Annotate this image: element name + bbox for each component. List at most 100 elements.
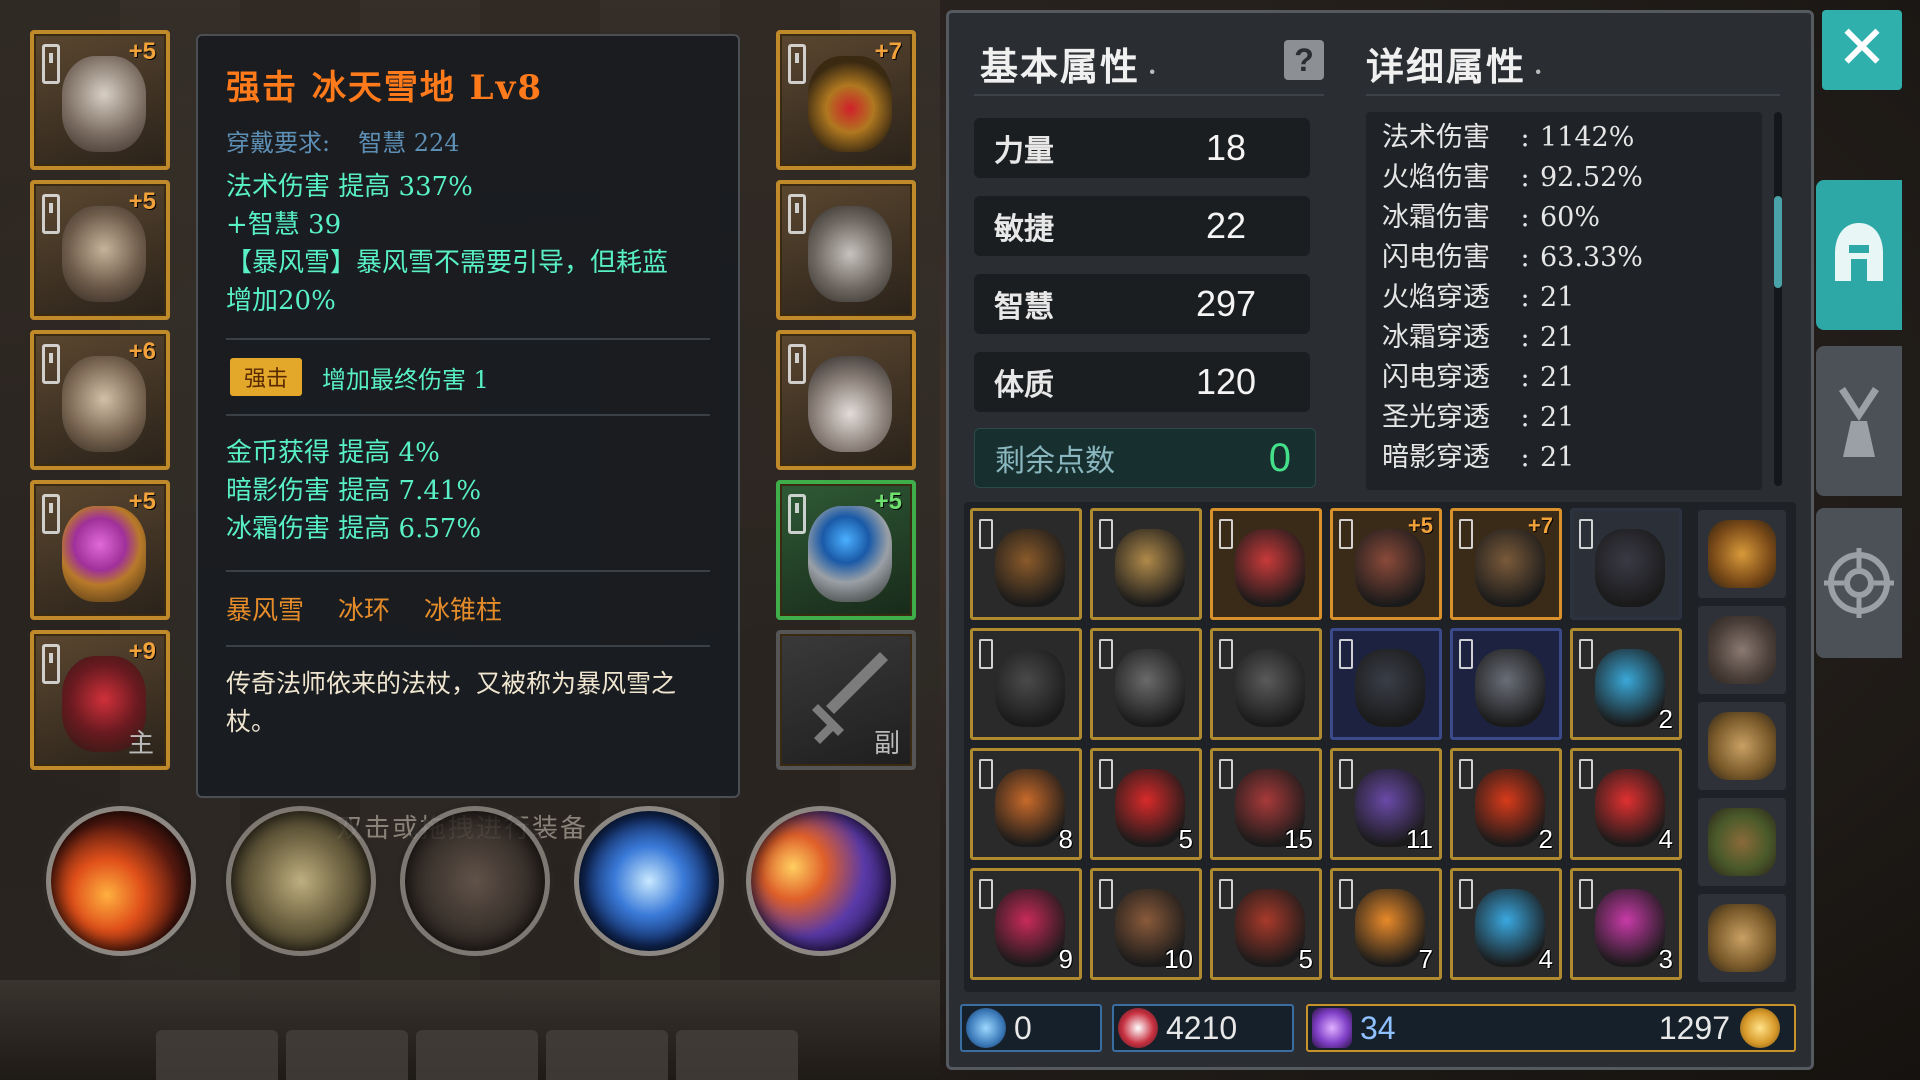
lock-icon xyxy=(42,44,60,84)
equip-slot-main-weapon[interactable]: +9 主 xyxy=(30,630,170,770)
enhance-bonus-text: 增加最终伤害 1 xyxy=(322,365,489,394)
detail-row: 闪电伤害:63.33% xyxy=(1382,238,1746,278)
inventory-cell[interactable]: +5 xyxy=(1330,508,1442,620)
inventory-cell[interactable] xyxy=(1090,508,1202,620)
skill-orb-shadow[interactable] xyxy=(400,806,550,956)
inventory-cell[interactable]: 7 xyxy=(1330,868,1442,980)
lock-icon xyxy=(1339,519,1353,549)
inventory-cell[interactable]: 2 xyxy=(1450,748,1562,860)
enhance-badge: 强击 xyxy=(230,358,303,396)
requirement-value: 智慧 224 xyxy=(358,129,460,157)
lock-icon xyxy=(1459,759,1473,789)
enhance-level: +5 xyxy=(874,488,902,515)
inventory-cell[interactable] xyxy=(970,628,1082,740)
inventory-cell[interactable] xyxy=(1090,628,1202,740)
detail-key: 冰霜穿透 xyxy=(1382,322,1490,353)
inventory-cell[interactable]: 5 xyxy=(1210,868,1322,980)
gem-group: 34 xyxy=(1308,1008,1396,1048)
bag-slot[interactable] xyxy=(1698,702,1786,790)
enhance-bonus-row: 强击 增加最终伤害 1 xyxy=(230,358,710,396)
lock-icon xyxy=(1339,879,1353,909)
help-icon[interactable]: ? xyxy=(1284,40,1324,80)
bonus-line: 冰霜伤害 提高 6.57% xyxy=(226,514,482,544)
detail-value: 21 xyxy=(1540,282,1575,313)
inventory-cell[interactable] xyxy=(1330,628,1442,740)
inventory-cell[interactable] xyxy=(1450,628,1562,740)
item-description: 传奇法师依来的法杖，又被称为暴风雪之杖。 xyxy=(226,669,677,736)
bag-slot[interactable] xyxy=(1698,894,1786,982)
enhance-level: +5 xyxy=(128,488,156,515)
inventory-cell[interactable]: 9 xyxy=(970,868,1082,980)
equip-slot-armor[interactable]: +5 xyxy=(30,180,170,320)
skill-orb-fireball[interactable] xyxy=(46,806,196,956)
stat-value: 18 xyxy=(1205,127,1247,168)
magenta-ore-icon xyxy=(1595,889,1665,967)
item-count: 5 xyxy=(1298,944,1313,974)
equip-slot-necklace[interactable]: +7 xyxy=(776,30,916,170)
skill-orb-light[interactable] xyxy=(226,806,376,956)
inventory-cell[interactable]: 2 xyxy=(1570,628,1682,740)
equip-slot-cloak[interactable]: +6 xyxy=(30,330,170,470)
detail-attributes-list[interactable]: 法术伤害:1142% 火焰伤害:92.52% 冰霜伤害:60% 闪电伤害:63.… xyxy=(1366,112,1762,490)
inventory-cell[interactable]: 10 xyxy=(1090,868,1202,980)
stat-strength: 力量 18 xyxy=(974,118,1310,178)
lock-icon xyxy=(1219,639,1233,669)
detail-value: 1142% xyxy=(1540,122,1635,153)
inventory-cell[interactable] xyxy=(1210,508,1322,620)
detail-key: 火焰穿透 xyxy=(1382,282,1490,313)
skill-orb-meteor[interactable] xyxy=(746,806,896,956)
bag-slot[interactable] xyxy=(1698,606,1786,694)
equip-slot-boots[interactable] xyxy=(776,330,916,470)
sack-icon xyxy=(1708,904,1776,972)
rune-currency: 0 xyxy=(960,1004,1102,1052)
bag-slot[interactable] xyxy=(1698,510,1786,598)
trophy-count: 4210 xyxy=(1166,1009,1238,1046)
skill-orb-frost[interactable] xyxy=(574,806,724,956)
skill-name: 冰锥柱 xyxy=(424,596,503,626)
item-count: 5 xyxy=(1178,824,1193,854)
inventory-cell[interactable]: +7 xyxy=(1450,508,1562,620)
detail-colon: : xyxy=(1520,122,1530,153)
lock-icon xyxy=(42,344,60,384)
skill-name: 暴风雪 xyxy=(226,596,305,626)
close-button[interactable]: ✕ xyxy=(1822,10,1902,90)
detail-row: 火焰伤害:92.52% xyxy=(1382,158,1746,198)
divider xyxy=(1366,94,1780,96)
inventory-cell[interactable]: 15 xyxy=(1210,748,1322,860)
tab-equipment[interactable] xyxy=(1816,180,1902,330)
tab-skills[interactable] xyxy=(1816,346,1902,496)
inventory-cell[interactable]: 3 xyxy=(1570,868,1682,980)
inventory-cell[interactable] xyxy=(970,508,1082,620)
equip-slot-gloves[interactable] xyxy=(776,180,916,320)
equip-slot-ring[interactable]: +5 xyxy=(30,480,170,620)
stat-value: 297 xyxy=(1195,283,1257,324)
detail-key: 暗影穿透 xyxy=(1382,442,1490,473)
inventory-cell[interactable]: 4 xyxy=(1570,748,1682,860)
lock-icon xyxy=(788,344,806,384)
amber-icon xyxy=(1355,889,1425,967)
inventory-cell[interactable] xyxy=(1210,628,1322,740)
detail-scrollbar[interactable] xyxy=(1774,112,1782,486)
red-crystal-icon xyxy=(1115,769,1185,847)
item-count: 3 xyxy=(1658,944,1673,974)
detail-row: 法术伤害:1142% xyxy=(1382,118,1746,158)
divider xyxy=(226,570,710,572)
inventory-cell[interactable]: 8 xyxy=(970,748,1082,860)
bag-slot[interactable] xyxy=(1698,798,1786,886)
red-feather-icon xyxy=(1235,889,1305,967)
armor-icon xyxy=(62,206,146,302)
gloves-icon xyxy=(808,206,892,302)
tab-talents[interactable] xyxy=(1816,508,1902,658)
detail-scrollbar-thumb[interactable] xyxy=(1774,196,1782,288)
equip-slot-helmet[interactable]: +5 xyxy=(30,30,170,170)
stat-constitution: 体质 120 xyxy=(974,352,1310,412)
inventory-cell[interactable]: 4 xyxy=(1450,868,1562,980)
equip-slot-off-weapon[interactable]: 副 xyxy=(776,630,916,770)
inventory-cell[interactable]: 5 xyxy=(1090,748,1202,860)
item-requirement: 穿戴要求: 智慧 224 xyxy=(226,123,710,158)
equip-slot-ring-2[interactable]: +5 xyxy=(776,480,916,620)
inventory-cell[interactable] xyxy=(1570,508,1682,620)
inventory-cell[interactable]: 11 xyxy=(1330,748,1442,860)
detail-colon: : xyxy=(1520,322,1530,353)
helmet-icon xyxy=(1835,223,1883,281)
